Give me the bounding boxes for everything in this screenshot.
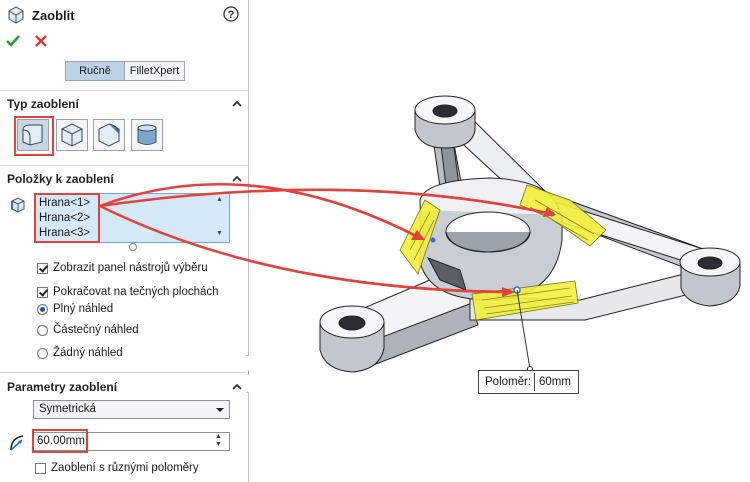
preview-none-label: Žádný náhled bbox=[53, 347, 123, 359]
list-resize-handle[interactable] bbox=[129, 243, 137, 251]
edge-selection-icon bbox=[9, 196, 27, 217]
preview-none-radio[interactable] bbox=[37, 348, 48, 359]
fillet-feature-icon bbox=[6, 5, 26, 28]
preview-full-radio[interactable] bbox=[37, 304, 48, 315]
radius-stepper-up-icon[interactable]: ▲ bbox=[215, 433, 222, 440]
tab-filletxpert[interactable]: FilletXpert bbox=[124, 61, 185, 81]
ok-button[interactable] bbox=[5, 33, 21, 52]
chevron-down-icon bbox=[215, 404, 225, 418]
panel-title: Zaoblit bbox=[32, 8, 75, 23]
radius-callout-value[interactable]: 60mm bbox=[539, 376, 571, 388]
multi-radius-label: Zaoblení s různými poloměry bbox=[51, 462, 199, 474]
show-toolbar-checkbox[interactable] bbox=[37, 263, 48, 274]
property-manager: Zaoblit ? Ručně FilletXpert Typ zaoblení… bbox=[0, 0, 249, 482]
fillet-type-full-round-button[interactable] bbox=[131, 119, 163, 151]
section-title-fillet-type: Typ zaoblení bbox=[7, 97, 79, 111]
profile-select-value: Symetrická bbox=[39, 403, 96, 415]
section-title-items: Položky k zaoblení bbox=[7, 172, 114, 186]
radius-stepper-down-icon[interactable]: ▼ bbox=[215, 441, 222, 448]
scroll-up-icon[interactable]: ▲ bbox=[216, 196, 223, 203]
multi-radius-checkbox[interactable] bbox=[35, 463, 46, 474]
help-icon[interactable]: ? bbox=[223, 6, 239, 25]
radius-callout-divider bbox=[534, 373, 535, 391]
section-title-params: Parametry zaoblení bbox=[7, 380, 118, 394]
radius-callout[interactable]: Poloměr: 60mm bbox=[478, 370, 579, 394]
chevron-up-icon[interactable] bbox=[230, 172, 244, 186]
svg-text:?: ? bbox=[228, 9, 235, 21]
preview-partial-label: Částečný náhled bbox=[53, 324, 139, 336]
preview-partial-radio[interactable] bbox=[37, 325, 48, 336]
highlight-fillet-type bbox=[14, 116, 54, 156]
tangent-propagation-checkbox[interactable] bbox=[37, 287, 48, 298]
tab-manual[interactable]: Ručně bbox=[65, 61, 125, 81]
preview-full-label: Plný náhled bbox=[53, 303, 114, 315]
graphics-area[interactable]: Poloměr: 60mm bbox=[249, 0, 750, 482]
part-model bbox=[319, 95, 741, 373]
radius-icon bbox=[8, 432, 30, 455]
radius-callout-label: Poloměr: bbox=[485, 376, 532, 388]
cancel-button[interactable] bbox=[33, 33, 49, 52]
chevron-up-icon[interactable] bbox=[230, 97, 244, 111]
highlight-edge-list bbox=[34, 193, 100, 243]
fillet-type-variable-size-button[interactable] bbox=[56, 119, 88, 151]
chevron-up-icon[interactable] bbox=[230, 380, 244, 394]
fillet-type-face-fillet-button[interactable] bbox=[93, 119, 125, 151]
profile-select[interactable]: Symetrická bbox=[33, 400, 230, 419]
tangent-propagation-label: Pokračovat na tečných plochách bbox=[53, 286, 219, 298]
highlight-radius bbox=[32, 429, 88, 453]
show-toolbar-label: Zobrazit panel nástrojů výběru bbox=[53, 262, 208, 274]
model-view bbox=[249, 95, 741, 373]
scroll-down-icon[interactable]: ▼ bbox=[216, 230, 223, 237]
